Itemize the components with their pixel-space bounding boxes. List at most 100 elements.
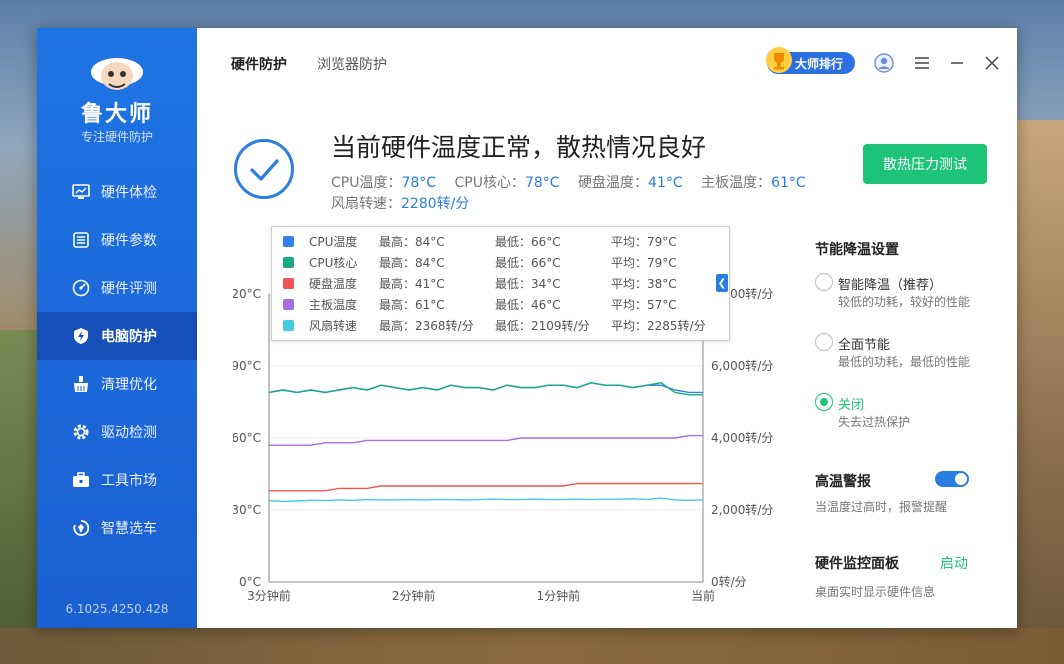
series-line: [268, 497, 704, 503]
legend-max: 最高：41°C: [379, 277, 445, 291]
sidebar-item-hardware-params[interactable]: 硬件参数: [37, 216, 197, 264]
sidebar-item-label: 清理优化: [101, 377, 157, 393]
energy-settings-title: 节能降温设置: [815, 242, 899, 258]
y-left-tick-label: 120°C: [233, 287, 261, 301]
legend-avg: 平均：2285转/分: [611, 319, 706, 333]
radio-full-saving[interactable]: [815, 333, 833, 351]
legend-row: CPU核心 最高：84°C 最低：66°C 平均：79°C: [272, 252, 729, 273]
legend-min: 最低：66°C: [495, 256, 561, 270]
toolbox-icon: [71, 470, 91, 490]
brand-slogan: 专注硬件防护: [80, 130, 153, 144]
legend-max: 最高：84°C: [379, 256, 445, 270]
option-label[interactable]: 智能降温（推荐）: [838, 274, 942, 293]
sidebar-nav: 硬件体检 硬件参数 硬件评测 电脑防护 清理优化 驱动检测 工具市场 智慧选车: [37, 168, 197, 552]
stress-test-button[interactable]: 散热压力测试: [863, 144, 987, 184]
y-right-tick-label: 6,000转/分: [711, 358, 773, 373]
high-temp-alarm-desc: 当温度过高时，报警提醒: [815, 500, 948, 514]
legend-series-name: 主板温度: [309, 298, 358, 312]
series-line: [268, 382, 703, 396]
top-tabs: 硬件防护 浏览器防护: [231, 54, 387, 74]
car-icon: [71, 518, 91, 538]
ranking-label: 大师排行: [795, 56, 844, 71]
y-right-tick-label: 2,000转/分: [711, 502, 773, 517]
monitor-panel-title: 硬件监控面板: [815, 556, 899, 572]
option-desc: 最低的功耗，最低的性能: [838, 355, 971, 369]
y-left-tick-label: 90°C: [233, 359, 261, 373]
legend-series-name: CPU温度: [309, 235, 358, 249]
reading-label: CPU核心：: [454, 175, 525, 191]
close-icon[interactable]: [981, 52, 1003, 74]
chart-legend: CPU温度 最高：84°C 最低：66°C 平均：79°C CPU核心 最高：8…: [271, 226, 730, 341]
sidebar-item-label: 电脑防护: [101, 329, 157, 345]
legend-avg: 平均：57°C: [611, 298, 677, 312]
monitor-panel-enable-link[interactable]: 启动: [940, 553, 968, 573]
legend-avg: 平均：79°C: [611, 235, 677, 249]
reading-value: 41°C: [648, 175, 683, 191]
monitor-panel-desc: 桌面实时显示硬件信息: [815, 585, 936, 599]
legend-swatch: [283, 257, 294, 268]
sidebar: 鲁大师 专注硬件防护 硬件体检 硬件参数 硬件评测 电脑防护 清理优化 驱动检测…: [37, 28, 197, 628]
y-right-tick-label: 4,000转/分: [711, 430, 773, 445]
monitor-icon: [71, 182, 91, 202]
list-icon: [71, 230, 91, 250]
sidebar-item-label: 硬件评测: [101, 281, 157, 297]
radio-smart-cooling[interactable]: [815, 273, 833, 291]
legend-series-name: 风扇转速: [309, 319, 358, 333]
reading-value: 78°C: [401, 175, 437, 191]
legend-series-name: CPU核心: [309, 256, 358, 270]
reading-label: 主板温度：: [701, 175, 772, 191]
tab-hardware-protection[interactable]: 硬件防护: [231, 54, 287, 74]
legend-min: 最低：34°C: [495, 277, 561, 291]
legend-swatch: [283, 236, 294, 247]
legend-row: 主板温度 最高：61°C 最低：46°C 平均：57°C: [272, 294, 729, 315]
status-fan: 风扇转速：2280转/分: [331, 193, 483, 213]
sidebar-item-tool-market[interactable]: 工具市场: [37, 456, 197, 504]
high-temp-alarm-title: 高温警报: [815, 474, 871, 490]
status-check-icon: [234, 139, 294, 199]
legend-max: 最高：84°C: [379, 235, 445, 249]
x-tick-label: 1分钟前: [537, 588, 581, 603]
ranking-button[interactable]: 大师排行: [766, 47, 855, 74]
y-left-tick-label: 30°C: [233, 503, 261, 517]
reading-value: 78°C: [524, 175, 560, 191]
sidebar-item-label: 驱动检测: [101, 425, 157, 441]
sidebar-item-driver-check[interactable]: 驱动检测: [37, 408, 197, 456]
legend-max: 最高：61°C: [379, 298, 445, 312]
brand-name: 鲁大师: [80, 102, 153, 127]
sidebar-item-label: 硬件参数: [101, 233, 157, 249]
tab-browser-protection[interactable]: 浏览器防护: [317, 54, 387, 74]
shield-icon: [71, 326, 91, 346]
status-title: 当前硬件温度正常，散热情况良好: [331, 133, 707, 162]
gauge-icon: [71, 278, 91, 298]
master-lu-logo: [91, 58, 143, 90]
version-label: 6.1025.4250.428: [65, 602, 169, 616]
radio-off[interactable]: [815, 393, 833, 411]
option-desc: 失去过热保护: [838, 415, 911, 429]
series-line: [269, 434, 703, 446]
reading-label: 硬盘温度：: [578, 175, 649, 191]
sidebar-item-pc-protection[interactable]: 电脑防护: [37, 312, 197, 360]
option-label[interactable]: 关闭: [838, 394, 864, 413]
app-window: 鲁大师 专注硬件防护 硬件体检 硬件参数 硬件评测 电脑防护 清理优化 驱动检测…: [37, 28, 1017, 628]
high-temp-alarm-toggle[interactable]: [935, 471, 969, 487]
legend-avg: 平均：79°C: [611, 256, 677, 270]
x-tick-label: 3分钟前: [247, 588, 291, 603]
x-tick-label: 2分钟前: [392, 588, 436, 603]
legend-collapse-button[interactable]: ❮: [716, 274, 728, 292]
broom-icon: [71, 374, 91, 394]
legend-max: 最高：2368转/分: [379, 319, 474, 333]
x-tick-label: 当前: [691, 588, 715, 603]
reading-value: 61°C: [771, 175, 806, 191]
sidebar-item-smart-car[interactable]: 智慧选车: [37, 504, 197, 552]
legend-swatch: [283, 299, 294, 310]
sidebar-item-cleanup[interactable]: 清理优化: [37, 360, 197, 408]
series-line: [269, 482, 703, 492]
user-avatar-icon[interactable]: [873, 52, 895, 74]
sidebar-item-hardware-benchmark[interactable]: 硬件评测: [37, 264, 197, 312]
fan-label: 风扇转速：: [331, 196, 401, 212]
minimize-icon[interactable]: [946, 52, 968, 74]
reading-label: CPU温度：: [331, 175, 402, 191]
menu-icon[interactable]: [911, 52, 933, 74]
option-label[interactable]: 全面节能: [838, 334, 890, 353]
sidebar-item-hardware-check[interactable]: 硬件体检: [37, 168, 197, 216]
